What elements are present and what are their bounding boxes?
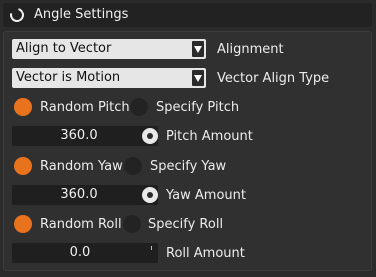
vector-align-type-value: Vector is Motion [16,70,121,85]
yaw-amount-label: Yaw Amount [166,188,246,203]
specify-yaw-radio[interactable] [124,157,142,175]
roll-amount-value: 0.0 [69,245,91,260]
roll-amount-label: Roll Amount [166,246,245,261]
refresh-ring-icon [7,5,27,25]
angle-settings-panel [3,31,372,271]
pitch-amount-label: Pitch Amount [166,129,253,144]
alignment-dropdown[interactable]: Align to Vector [12,39,206,59]
random-pitch-label: Random Pitch [40,100,130,115]
specify-roll-label: Specify Roll [148,217,224,232]
yaw-amount-value: 360.0 [60,187,98,202]
yaw-amount-field[interactable]: 360.0 [12,185,158,205]
vector-align-type-label: Vector Align Type [217,71,330,86]
random-yaw-radio[interactable] [14,157,32,175]
reset-dot-icon[interactable] [142,128,158,144]
random-pitch-radio[interactable] [14,98,32,116]
reset-dot-icon[interactable] [142,187,158,203]
angle-settings-header[interactable]: Angle Settings [3,3,372,27]
specify-pitch-label: Specify Pitch [156,100,240,115]
dropdown-arrow-icon[interactable] [192,70,204,86]
vector-align-type-dropdown[interactable]: Vector is Motion [12,68,206,88]
alignment-value: Align to Vector [16,41,112,56]
roll-amount-field[interactable]: 0.0 [12,243,158,263]
slider-tick-icon [151,246,152,250]
specify-roll-radio[interactable] [123,215,141,233]
random-roll-label: Random Roll [40,217,122,232]
dropdown-arrow-icon[interactable] [192,41,204,57]
specify-yaw-label: Specify Yaw [150,159,227,174]
pitch-amount-field[interactable]: 360.0 [12,126,158,146]
section-title: Angle Settings [34,7,129,22]
alignment-label: Alignment [217,42,284,57]
pitch-amount-value: 360.0 [60,128,98,143]
random-roll-radio[interactable] [14,215,32,233]
random-yaw-label: Random Yaw [40,159,123,174]
specify-pitch-radio[interactable] [130,98,148,116]
